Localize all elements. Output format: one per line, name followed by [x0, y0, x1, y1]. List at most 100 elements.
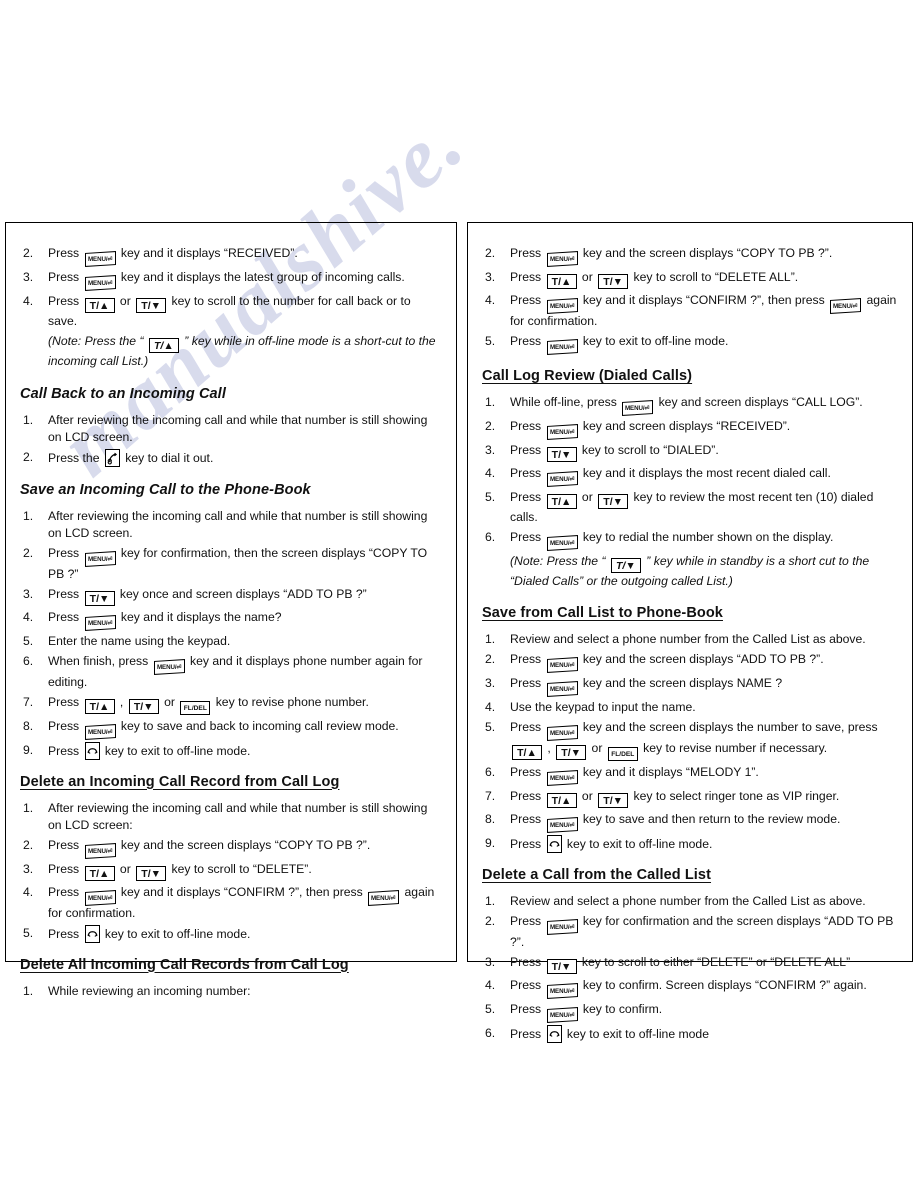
- step-text: Press MENU/⏎ key and it displays “CONFIR…: [510, 293, 897, 328]
- section-heading-delete-a-call-from-the-called-list: Delete a Call from the Called List: [482, 866, 712, 883]
- step-number: 4.: [485, 293, 496, 307]
- section-note-call-log-review-received-cont: (Note: Press the “ T/▲ ” key while in of…: [48, 334, 436, 368]
- step-text: Press MENU/⏎ key and it displays “CONFIR…: [48, 884, 435, 920]
- step-item: 1. While off-line, press MENU/⏎ key and s…: [482, 394, 898, 416]
- step-list-delete-all-incoming-call-records-from-call-log: 1. While reviewing an incoming number:: [20, 983, 442, 1000]
- scroll-down-key-icon: T/▼: [84, 590, 115, 606]
- step-text: While reviewing an incoming number:: [48, 983, 251, 998]
- step-text: Press MENU/⏎ key and the screen displays…: [510, 246, 832, 267]
- step-text: Press MENU/⏎ key for confirmation, then …: [48, 545, 428, 581]
- scroll-up-key-icon: T/▲: [84, 865, 115, 881]
- step-text: Press key to exit to off-line mode.: [510, 834, 713, 853]
- menu-key-icon: MENU/⏎: [546, 656, 578, 673]
- step-text: After reviewing the incoming call and wh…: [48, 508, 428, 540]
- step-text: Press MENU/⏎ key and the screen displays…: [510, 719, 878, 761]
- step-item: 3. Press T/▼ key to scroll to “DIALED”.: [482, 442, 898, 462]
- talk-handset-key-icon: [104, 448, 120, 467]
- step-item: 9. Press key to exit to off-line mode.: [20, 741, 442, 760]
- step-text: Press T/▲ or T/▼ key to select ringer to…: [510, 788, 840, 808]
- hangup-handset-key-icon: [546, 834, 562, 853]
- step-list-save-an-incoming-call-to-the-phone-book: 1. After reviewing the incoming call and …: [20, 508, 442, 760]
- step-item: 2. Press MENU/⏎ key and the screen displa…: [482, 245, 898, 267]
- step-text: Press MENU/⏎ key and screen displays “RE…: [510, 419, 790, 440]
- step-item: 4. Press MENU/⏎ key and it displays the m…: [482, 465, 898, 487]
- step-item: 4. Press T/▲ or T/▼ key to scroll to the …: [20, 293, 442, 330]
- page-content-area: 2. Press MENU/⏎ key and it displays “RECE…: [5, 222, 913, 1043]
- step-item: 8. Press MENU/⏎ key to save and back to i…: [20, 718, 442, 740]
- scroll-down-key-icon: T/▼: [556, 744, 587, 760]
- step-number: 3.: [485, 270, 496, 284]
- step-text: When finish, press MENU/⏎ key and it dis…: [48, 653, 423, 689]
- flash-delete-key-icon: FL/DEL: [180, 700, 211, 715]
- menu-key-icon: MENU/⏎: [546, 918, 578, 935]
- step-text: Review and select a phone number from th…: [510, 893, 866, 908]
- step-number: 3.: [23, 270, 34, 284]
- step-item: 4. Use the keypad to input the name.: [482, 699, 898, 716]
- step-number: 4.: [23, 884, 34, 899]
- scroll-up-key-icon: T/▲: [546, 274, 577, 289]
- step-text: Press T/▲ or T/▼ key to scroll to the nu…: [48, 294, 411, 328]
- step-text: Press MENU/⏎ key to confirm. Screen disp…: [510, 978, 867, 999]
- step-item: 2. Press MENU/⏎ key and the screen displa…: [20, 837, 442, 859]
- step-number: 5.: [23, 633, 34, 648]
- step-item: 3. Press T/▼ key to scroll to either “DEL…: [482, 954, 898, 974]
- step-text: Review and select a phone number from th…: [510, 631, 866, 646]
- step-item: 5. Press T/▲ or T/▼ key to review the mos…: [482, 489, 898, 526]
- step-text: Press key to exit to off-line mode: [510, 1024, 709, 1043]
- scroll-down-key-icon: T/▼: [136, 298, 167, 313]
- scroll-up-key-icon: T/▲: [512, 744, 542, 760]
- step-number: 6.: [485, 1025, 496, 1040]
- step-number: 4.: [485, 699, 496, 714]
- menu-key-icon: MENU/⏎: [84, 275, 116, 291]
- step-item: 4. Press MENU/⏎ key and it displays the n…: [20, 609, 442, 631]
- section-heading-delete-all-incoming-call-records-from-call-log: Delete All Incoming Call Records from Ca…: [20, 956, 349, 973]
- flash-delete-key-icon: FL/DEL: [607, 746, 638, 761]
- step-list-call-back-to-an-incoming-call: 1. After reviewing the incoming call and …: [20, 412, 442, 467]
- step-number: 1.: [23, 983, 34, 998]
- step-number: 1.: [23, 508, 34, 523]
- step-number: 1.: [23, 412, 34, 427]
- step-number: 4.: [23, 294, 34, 308]
- step-item: 6. Press key to exit to off-line mode: [482, 1024, 898, 1043]
- step-list-delete-a-call-from-the-called-list: 1. Review and select a phone number from …: [482, 893, 898, 1043]
- step-item: 2. Press MENU/⏎ key and screen displays “…: [482, 418, 898, 440]
- step-number: 9.: [23, 742, 34, 757]
- scroll-down-key-icon: T/▼: [128, 698, 159, 714]
- step-text: Press T/▼ key to scroll to either “DELET…: [510, 954, 851, 974]
- scroll-down-key-icon: T/▼: [546, 447, 577, 462]
- step-number: 1.: [485, 631, 496, 646]
- step-text: Press T/▲ or T/▼ key to review the most …: [510, 490, 874, 524]
- step-number: 8.: [23, 718, 34, 733]
- step-number: 3.: [485, 954, 496, 969]
- step-text: Press T/▼ key to scroll to “DIALED”.: [510, 443, 719, 462]
- step-item: 5. Press MENU/⏎ key to exit to off-line m…: [482, 333, 898, 355]
- step-text: Press T/▲ or T/▼ key to scroll to “DELET…: [510, 270, 799, 289]
- step-item: 6. Press MENU/⏎ key and it displays “MELO…: [482, 764, 898, 786]
- step-number: 4.: [485, 466, 496, 480]
- step-number: 2.: [23, 837, 34, 852]
- menu-key-icon: MENU/⏎: [546, 982, 578, 999]
- step-text: Press T/▲ or T/▼ key to scroll to “DELET…: [48, 861, 312, 881]
- step-item: 3. Press MENU/⏎ key and the screen displa…: [482, 675, 898, 697]
- left-column: 2. Press MENU/⏎ key and it displays “RECE…: [5, 222, 457, 998]
- step-text: While off-line, press MENU/⏎ key and scr…: [510, 395, 863, 416]
- step-text: Press MENU/⏎ key and it displays “MELODY…: [510, 765, 759, 786]
- step-number: 2.: [485, 651, 496, 666]
- scroll-down-key-icon: T/▼: [546, 958, 577, 974]
- step-number: 6.: [23, 653, 34, 668]
- step-list-call-log-review-received-cont: 2. Press MENU/⏎ key and it displays “RECE…: [20, 245, 442, 330]
- step-number: 2.: [23, 545, 34, 560]
- step-number: 2.: [23, 246, 34, 260]
- step-text: Press MENU/⏎ key to save and then return…: [510, 812, 840, 833]
- step-item: 1. While reviewing an incoming number:: [20, 983, 442, 1000]
- step-number: 7.: [485, 788, 496, 803]
- step-item: 5. Press MENU/⏎ key and the screen displa…: [482, 719, 898, 761]
- step-item: 9. Press key to exit to off-line mode.: [482, 834, 898, 853]
- step-text: After reviewing the incoming call and wh…: [48, 412, 428, 444]
- step-number: 1.: [485, 395, 496, 409]
- step-text: Press MENU/⏎ key and the screen displays…: [48, 838, 370, 859]
- menu-key-icon: MENU/⏎: [546, 769, 578, 786]
- step-number: 2.: [485, 246, 496, 260]
- step-text: Press MENU/⏎ key to confirm.: [510, 1002, 662, 1023]
- step-text: Press T/▼ key once and screen displays “…: [48, 586, 367, 606]
